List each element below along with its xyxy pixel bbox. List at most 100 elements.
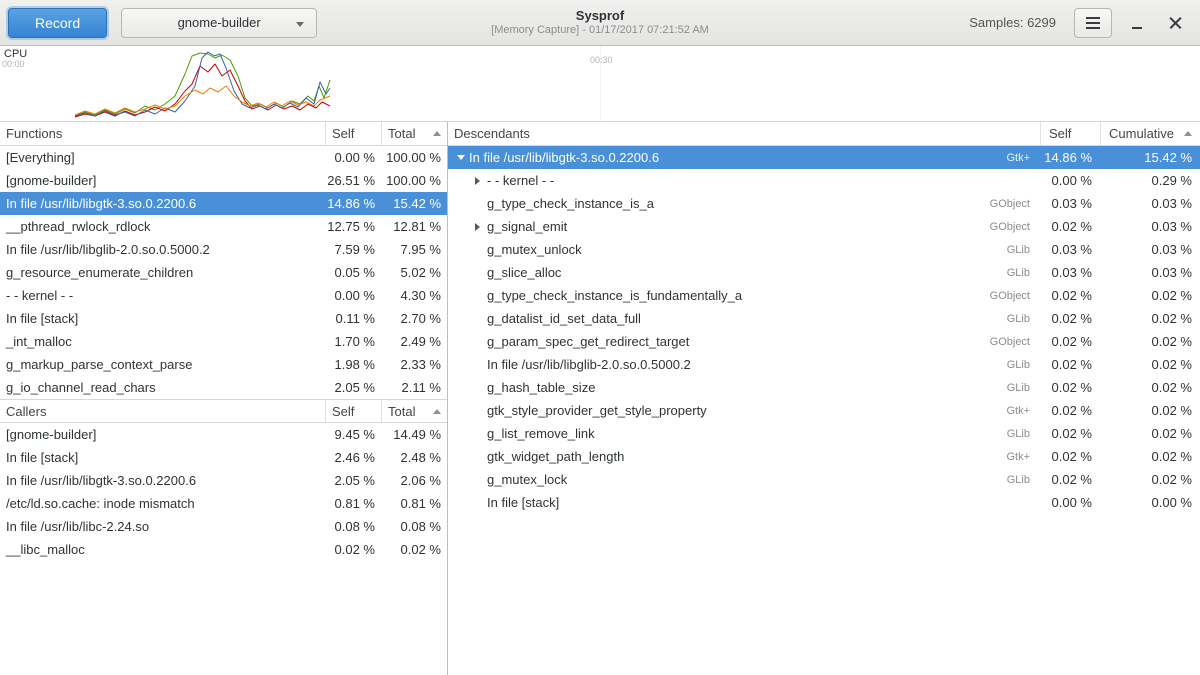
expander-icon[interactable]: [471, 196, 487, 212]
caller-row[interactable]: __libc_malloc 0.02 % 0.02 %: [0, 538, 447, 561]
expander-icon[interactable]: [471, 288, 487, 304]
expander-icon[interactable]: [471, 380, 487, 396]
expander-icon[interactable]: [471, 265, 487, 281]
callers-column-header[interactable]: Callers: [0, 400, 325, 422]
caller-row[interactable]: In file /usr/lib/libgtk-3.so.0.2200.6 2.…: [0, 469, 447, 492]
functions-self-column-header[interactable]: Self: [325, 122, 381, 145]
main-content: Functions Self Total [Everything] 0.00 %…: [0, 122, 1200, 675]
descendant-name-cell: gtk_widget_path_length Gtk+: [448, 449, 1040, 465]
callers-self-column-header[interactable]: Self: [325, 400, 381, 422]
function-row[interactable]: g_io_channel_read_chars 2.05 % 2.11 %: [0, 376, 447, 399]
caller-row[interactable]: In file /usr/lib/libc-2.24.so 0.08 % 0.0…: [0, 515, 447, 538]
descendant-self-value: 0.02 %: [1040, 311, 1100, 326]
descendant-name-cell: g_slice_alloc GLib: [448, 265, 1040, 281]
minimize-button[interactable]: [1124, 8, 1150, 38]
expander-icon[interactable]: [471, 173, 487, 189]
expander-icon[interactable]: [471, 311, 487, 327]
descendant-name-cell: g_mutex_lock GLib: [448, 472, 1040, 488]
record-button[interactable]: Record: [8, 8, 107, 38]
descendant-cumulative-value: 0.02 %: [1100, 449, 1200, 464]
function-row[interactable]: [Everything] 0.00 % 100.00 %: [0, 146, 447, 169]
caller-row[interactable]: /etc/ld.so.cache: inode mismatch 0.81 % …: [0, 492, 447, 515]
descendants-cumulative-column-header[interactable]: Cumulative: [1100, 122, 1200, 145]
function-self-value: 14.86 %: [325, 196, 381, 211]
caller-self-value: 0.81 %: [325, 496, 381, 511]
library-badge: Gtk+: [1006, 451, 1040, 463]
function-row[interactable]: - - kernel - - 0.00 % 4.30 %: [0, 284, 447, 307]
function-self-value: 7.59 %: [325, 242, 381, 257]
functions-total-label: Total: [388, 126, 415, 141]
descendant-row[interactable]: - - kernel - - 0.00 % 0.29 %: [448, 169, 1200, 192]
descendant-row[interactable]: g_type_check_instance_is_fundamentally_a…: [448, 284, 1200, 307]
function-row[interactable]: g_resource_enumerate_children 0.05 % 5.0…: [0, 261, 447, 284]
expander-icon[interactable]: [471, 334, 487, 350]
descendant-row[interactable]: g_type_check_instance_is_a GObject 0.03 …: [448, 192, 1200, 215]
function-total-value: 2.49 %: [381, 334, 447, 349]
function-row[interactable]: [gnome-builder] 26.51 % 100.00 %: [0, 169, 447, 192]
function-self-value: 0.11 %: [325, 311, 381, 326]
capture-subtitle: [Memory Capture] - 01/17/2017 07:21:52 A…: [491, 24, 709, 38]
functions-header-row: Functions Self Total: [0, 122, 447, 146]
caller-row[interactable]: [gnome-builder] 9.45 % 14.49 %: [0, 423, 447, 446]
descendant-row[interactable]: gtk_widget_path_length Gtk+ 0.02 % 0.02 …: [448, 445, 1200, 468]
functions-column-header[interactable]: Functions: [0, 122, 325, 145]
sort-ascending-icon: [433, 131, 441, 136]
library-badge: GLib: [1007, 359, 1040, 371]
function-row[interactable]: In file /usr/lib/libgtk-3.so.0.2200.6 14…: [0, 192, 447, 215]
function-row[interactable]: In file /usr/lib/libglib-2.0.so.0.5000.2…: [0, 238, 447, 261]
descendant-name-cell: g_list_remove_link GLib: [448, 426, 1040, 442]
descendants-column-header[interactable]: Descendants: [448, 122, 1040, 145]
descendant-row[interactable]: g_param_spec_get_redirect_target GObject…: [448, 330, 1200, 353]
caller-name: In file /usr/lib/libc-2.24.so: [0, 519, 325, 534]
caller-row[interactable]: In file [stack] 2.46 % 2.48 %: [0, 446, 447, 469]
descendant-row[interactable]: gtk_style_provider_get_style_property Gt…: [448, 399, 1200, 422]
process-selector-dropdown[interactable]: gnome-builder: [121, 8, 317, 38]
descendant-row[interactable]: g_list_remove_link GLib 0.02 % 0.02 %: [448, 422, 1200, 445]
descendant-name-cell: gtk_style_provider_get_style_property Gt…: [448, 403, 1040, 419]
functions-total-column-header[interactable]: Total: [381, 122, 447, 145]
descendant-row[interactable]: In file /usr/lib/libglib-2.0.so.0.5000.2…: [448, 353, 1200, 376]
expander-icon[interactable]: [453, 150, 469, 166]
descendant-name: g_type_check_instance_is_fundamentally_a: [487, 288, 742, 303]
descendant-row[interactable]: g_slice_alloc GLib 0.03 % 0.03 %: [448, 261, 1200, 284]
function-self-value: 2.05 %: [325, 380, 381, 395]
function-name: [gnome-builder]: [0, 173, 325, 188]
function-name: g_markup_parse_context_parse: [0, 357, 325, 372]
descendant-row[interactable]: g_mutex_lock GLib 0.02 % 0.02 %: [448, 468, 1200, 491]
descendant-cumulative-value: 0.02 %: [1100, 311, 1200, 326]
expander-icon[interactable]: [471, 242, 487, 258]
close-button[interactable]: [1162, 8, 1188, 38]
expander-icon[interactable]: [471, 426, 487, 442]
expander-icon[interactable]: [471, 403, 487, 419]
function-row[interactable]: g_markup_parse_context_parse 1.98 % 2.33…: [0, 353, 447, 376]
function-total-value: 2.70 %: [381, 311, 447, 326]
descendant-row[interactable]: In file [stack] 0.00 % 0.00 %: [448, 491, 1200, 514]
expander-icon[interactable]: [471, 495, 487, 511]
descendants-self-column-header[interactable]: Self: [1040, 122, 1100, 145]
expander-icon[interactable]: [471, 357, 487, 373]
descendant-row[interactable]: g_mutex_unlock GLib 0.03 % 0.03 %: [448, 238, 1200, 261]
function-self-value: 26.51 %: [325, 173, 381, 188]
expander-icon[interactable]: [471, 449, 487, 465]
function-total-value: 100.00 %: [381, 173, 447, 188]
descendant-name: In file /usr/lib/libgtk-3.so.0.2200.6: [469, 150, 659, 165]
function-name: g_resource_enumerate_children: [0, 265, 325, 280]
menu-button[interactable]: [1074, 8, 1112, 38]
expander-icon[interactable]: [471, 219, 487, 235]
descendant-row[interactable]: In file /usr/lib/libgtk-3.so.0.2200.6 Gt…: [448, 146, 1200, 169]
descendant-name: In file [stack]: [487, 495, 559, 510]
function-row[interactable]: _int_malloc 1.70 % 2.49 %: [0, 330, 447, 353]
descendant-row[interactable]: g_datalist_id_set_data_full GLib 0.02 % …: [448, 307, 1200, 330]
expander-icon[interactable]: [471, 472, 487, 488]
function-row[interactable]: In file [stack] 0.11 % 2.70 %: [0, 307, 447, 330]
descendant-row[interactable]: g_signal_emit GObject 0.02 % 0.03 %: [448, 215, 1200, 238]
callers-total-column-header[interactable]: Total: [381, 400, 447, 422]
function-row[interactable]: __pthread_rwlock_rdlock 12.75 % 12.81 %: [0, 215, 447, 238]
cpu-graph[interactable]: CPU 00:00 00:30: [0, 46, 1200, 122]
descendant-cumulative-value: 0.02 %: [1100, 357, 1200, 372]
descendant-self-value: 0.02 %: [1040, 426, 1100, 441]
descendant-row[interactable]: g_hash_table_size GLib 0.02 % 0.02 %: [448, 376, 1200, 399]
callers-header-row: Callers Self Total: [0, 399, 447, 423]
descendant-name-cell: g_mutex_unlock GLib: [448, 242, 1040, 258]
descendant-name: g_list_remove_link: [487, 426, 595, 441]
